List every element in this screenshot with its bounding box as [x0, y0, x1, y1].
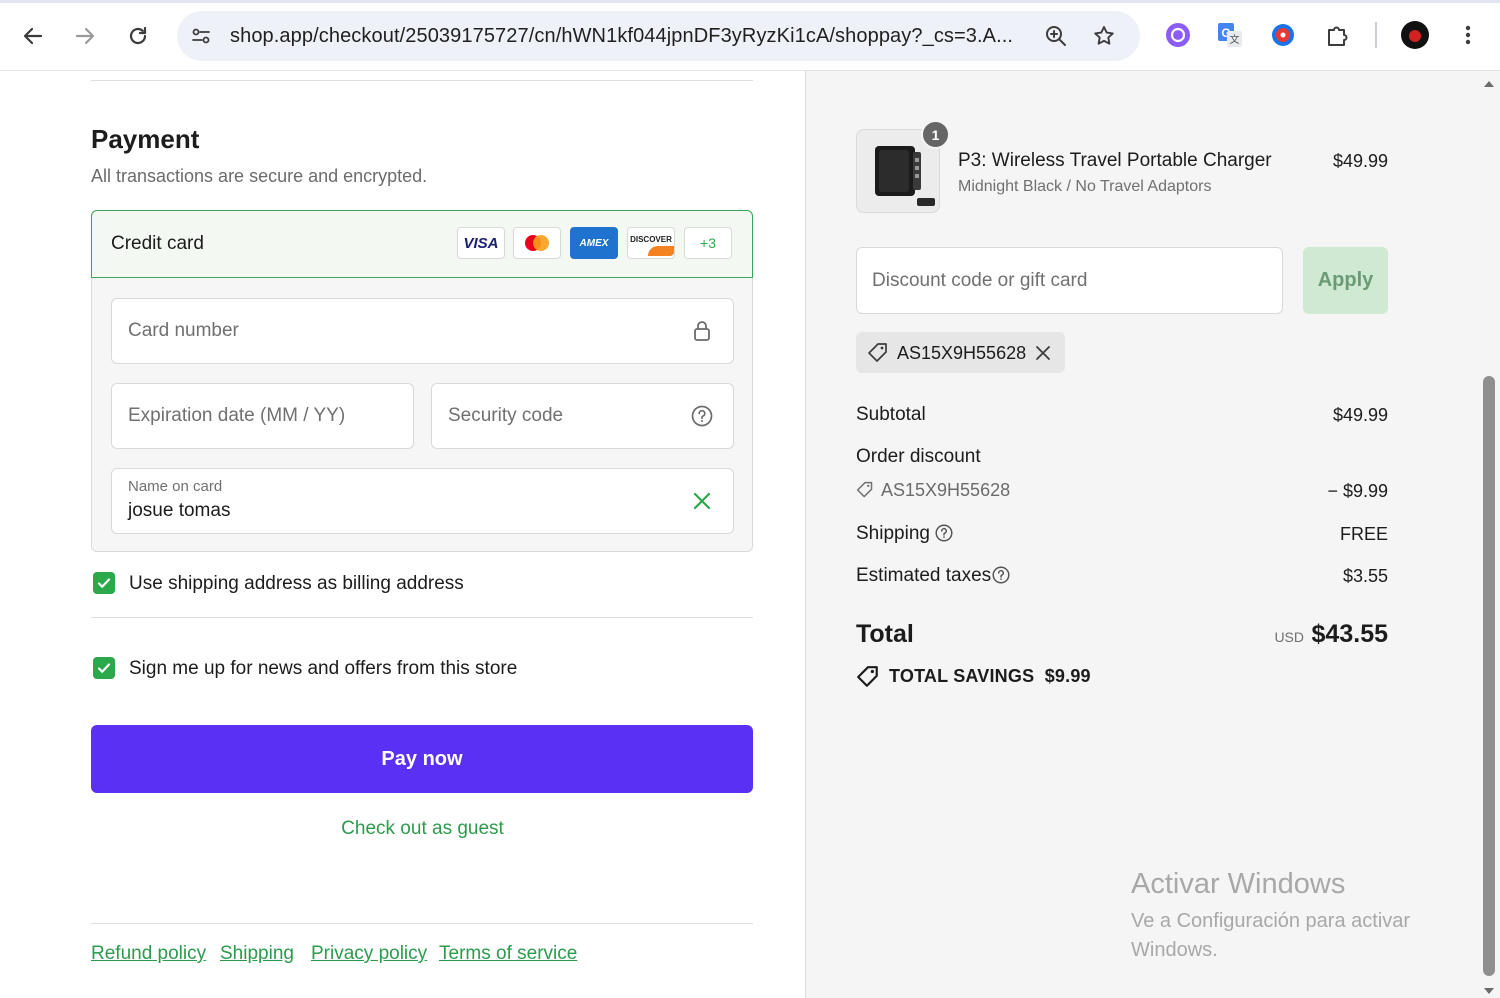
amex-icon: AMEX — [570, 227, 618, 259]
applied-discount-code: AS15X9H55628 — [897, 343, 1027, 363]
quantity-badge: 1 — [921, 120, 950, 149]
credit-card-option[interactable]: Credit card VISA AMEX DISCOVER +3 — [91, 210, 753, 278]
bug-extension-icon[interactable] — [1268, 20, 1298, 50]
product-price: $49.99 — [1332, 151, 1388, 171]
order-discount-code: AS15X9H55628 — [881, 480, 1011, 500]
expiration-placeholder: Expiration date (MM / YY) — [128, 405, 346, 426]
extensions-puzzle-icon[interactable] — [1322, 20, 1352, 50]
shipping-help-icon[interactable] — [935, 524, 953, 542]
name-on-card-value: josue tomas — [128, 500, 231, 521]
windows-activation-title: Activar Windows — [1131, 868, 1346, 900]
payment-section: Payment All transactions are secure and … — [0, 71, 806, 998]
reload-icon — [129, 26, 147, 45]
divider — [91, 617, 753, 618]
applied-discount-chip: AS15X9H55628 — [856, 332, 1065, 373]
discover-text: DISCOVER — [630, 235, 672, 244]
security-code-placeholder: Security code — [448, 405, 564, 426]
tag-icon — [868, 343, 887, 362]
scrollbar-thumb[interactable] — [1483, 376, 1495, 976]
lock-icon — [690, 319, 714, 343]
refund-policy-link[interactable]: Refund policy — [91, 943, 206, 965]
taxes-help-icon[interactable] — [992, 566, 1010, 584]
estimated-taxes-value: $3.55 — [1342, 566, 1388, 586]
card-number-placeholder: Card number — [128, 320, 239, 341]
estimated-taxes-label: Estimated taxes — [856, 565, 992, 586]
mastercard-icon — [513, 227, 561, 259]
discount-code-input[interactable]: Discount code or gift card — [856, 247, 1283, 314]
apply-discount-button[interactable]: Apply — [1303, 247, 1388, 314]
address-bar[interactable]: shop.app/checkout/25039175727/cn/hWN1kf0… — [177, 11, 1140, 61]
arrow-left-icon — [23, 27, 43, 45]
subtotal-value: $49.99 — [1332, 405, 1388, 425]
divider — [91, 80, 753, 81]
site-settings-icon[interactable] — [189, 24, 213, 48]
svg-text:文: 文 — [1230, 33, 1240, 46]
browser-top-accent — [0, 0, 1500, 3]
page-scrollbar[interactable] — [1478, 71, 1500, 998]
discover-icon: DISCOVER — [627, 227, 675, 259]
help-circle-icon[interactable] — [690, 404, 714, 428]
total-currency: USD — [1274, 629, 1304, 645]
windows-activation-subtitle: Ve a Configuración para activar Windows. — [1131, 910, 1411, 961]
scroll-up-arrow-icon[interactable] — [1483, 79, 1495, 89]
name-on-card-field[interactable]: Name on card josue tomas — [111, 468, 734, 534]
reload-button[interactable] — [120, 18, 156, 54]
browser-toolbar: shop.app/checkout/25039175727/cn/hWN1kf0… — [0, 0, 1500, 71]
payment-subtitle: All transactions are secure and encrypte… — [91, 166, 428, 186]
billing-address-label: Use shipping address as billing address — [129, 573, 464, 594]
order-discount-label: Order discount — [856, 446, 981, 467]
checkout-as-guest-link[interactable]: Check out as guest — [0, 818, 845, 840]
name-on-card-label: Name on card — [128, 478, 223, 495]
bookmark-star-icon[interactable] — [1092, 24, 1116, 48]
profile-avatar-icon[interactable] — [1400, 20, 1430, 50]
clear-x-icon[interactable] — [690, 489, 714, 513]
payment-method-box: Credit card VISA AMEX DISCOVER +3 Card n… — [91, 210, 753, 552]
total-savings: TOTAL SAVINGS $9.99 — [889, 666, 1091, 687]
back-button[interactable] — [15, 18, 51, 54]
credit-card-label: Credit card — [111, 233, 204, 254]
product-variant: Midnight Black / No Travel Adaptors — [958, 178, 1212, 195]
url-text: shop.app/checkout/25039175727/cn/hWN1kf0… — [230, 25, 1014, 47]
checkmark-icon — [97, 663, 111, 673]
arrow-right-icon — [75, 27, 95, 45]
expiration-date-field[interactable]: Expiration date (MM / YY) — [111, 383, 414, 449]
visa-icon: VISA — [457, 227, 505, 259]
total-label: Total — [856, 620, 914, 648]
toolbar-separator — [1375, 22, 1377, 48]
card-number-field[interactable]: Card number — [111, 298, 734, 364]
order-discount-value: − $9.99 — [1327, 481, 1388, 501]
remove-discount-x-icon[interactable] — [1035, 345, 1051, 361]
billing-address-checkbox[interactable] — [93, 572, 115, 594]
checkmark-icon — [97, 578, 111, 588]
terms-of-service-link[interactable]: Terms of service — [439, 943, 577, 965]
payment-title: Payment — [91, 124, 200, 154]
tag-icon — [856, 481, 873, 498]
newsletter-label: Sign me up for news and offers from this… — [129, 658, 518, 679]
shipping-value: FREE — [1339, 524, 1388, 544]
savings-tag-icon — [857, 666, 878, 687]
subtotal-label: Subtotal — [856, 404, 926, 425]
zoom-icon[interactable] — [1044, 24, 1068, 48]
shipping-label: Shipping — [856, 523, 930, 544]
total-value: $43.55 — [1311, 620, 1388, 648]
scroll-down-arrow-icon[interactable] — [1483, 986, 1495, 996]
forward-button[interactable] — [67, 18, 103, 54]
extension-purple-icon[interactable] — [1163, 20, 1193, 50]
total-savings-label: TOTAL SAVINGS — [889, 666, 1035, 686]
newsletter-checkbox[interactable] — [93, 657, 115, 679]
discount-placeholder: Discount code or gift card — [872, 270, 1088, 291]
divider — [91, 923, 753, 924]
shipping-policy-link[interactable]: Shipping — [220, 943, 294, 965]
privacy-policy-link[interactable]: Privacy policy — [311, 943, 427, 965]
browser-menu-icon[interactable] — [1453, 20, 1483, 50]
more-card-brands-badge: +3 — [684, 227, 732, 259]
order-summary: 1 P3: Wireless Travel Portable Charger M… — [806, 71, 1500, 998]
discover-stripe — [648, 246, 674, 256]
pay-now-button[interactable]: Pay now — [91, 725, 753, 793]
product-name: P3: Wireless Travel Portable Charger — [958, 150, 1272, 171]
total-savings-value: $9.99 — [1044, 666, 1091, 686]
security-code-field[interactable]: Security code — [431, 383, 734, 449]
google-translate-icon[interactable]: G文 — [1215, 20, 1245, 50]
